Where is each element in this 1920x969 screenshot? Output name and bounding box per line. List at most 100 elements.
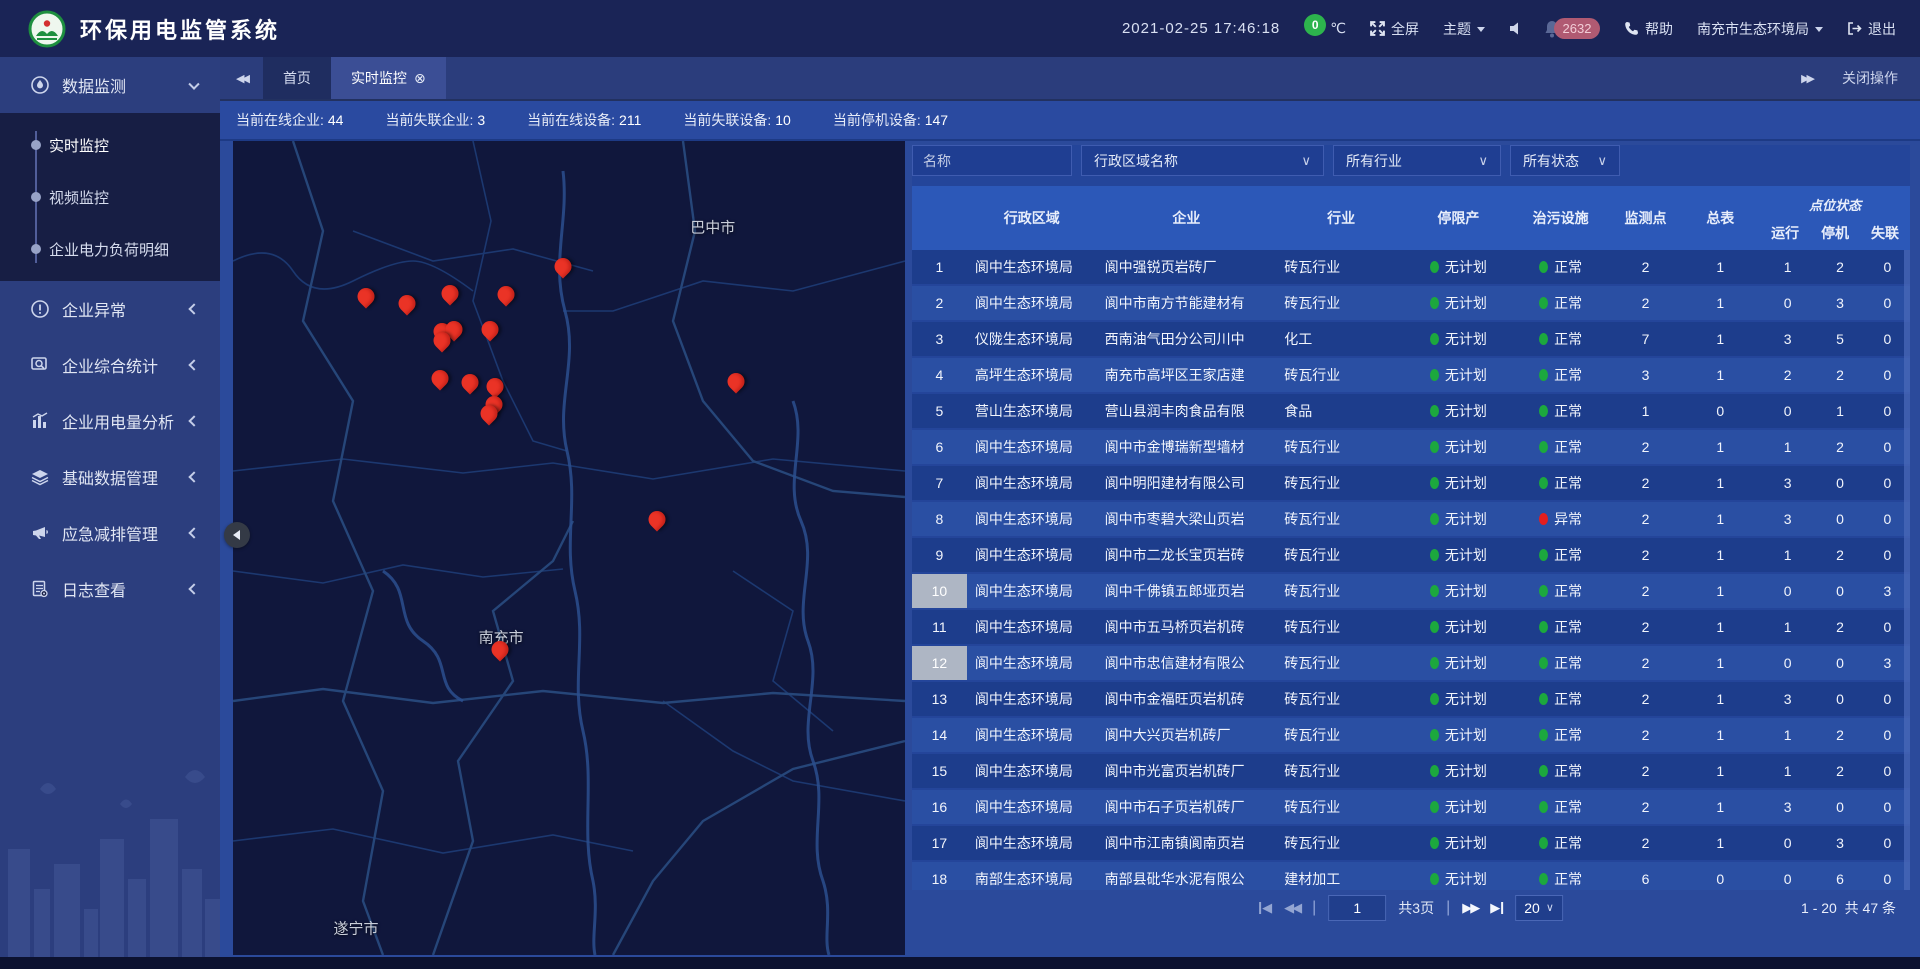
location-pin-icon bbox=[430, 329, 454, 353]
stat-value: 44 bbox=[328, 112, 344, 128]
tab-realtime-monitor[interactable]: 实时监控 ⊗ bbox=[331, 57, 446, 99]
table-row[interactable]: 9阆中生态环境局阆中市二龙长宝页岩砖砖瓦行业无计划正常21120 bbox=[912, 538, 1910, 572]
map-marker-2[interactable] bbox=[399, 295, 416, 312]
industry-select[interactable]: 所有行业 ∨ bbox=[1333, 145, 1501, 176]
app-logo-icon bbox=[28, 10, 66, 48]
status-dot-icon bbox=[1430, 261, 1439, 273]
map-marker-8[interactable] bbox=[433, 332, 450, 349]
cell-stop-count: 0 bbox=[1836, 655, 1844, 671]
tabs-scroll-left-button[interactable]: ◀◀ bbox=[220, 57, 263, 99]
header-controls: 2021-02-25 17:46:18 0 ℃ 全屏 主题 bbox=[1122, 18, 1920, 40]
table-row[interactable]: 17阆中生态环境局阆中市江南镇阆南页岩砖瓦行业无计划正常21030 bbox=[912, 826, 1910, 860]
map-marker-15[interactable] bbox=[728, 373, 745, 390]
theme-dropdown[interactable]: 主题 bbox=[1443, 19, 1485, 39]
tab-home[interactable]: 首页 bbox=[263, 57, 331, 99]
status-dot-icon bbox=[1430, 405, 1439, 417]
sidebar-item-日志查看[interactable]: 日志查看 bbox=[0, 561, 220, 617]
table-row[interactable]: 6阆中生态环境局阆中市金博瑞新型墙材砖瓦行业无计划正常21120 bbox=[912, 430, 1910, 464]
cell-enterprise: 阆中明阳建材有限公司 bbox=[1105, 473, 1245, 493]
cell-production-status: 无计划 bbox=[1445, 797, 1487, 817]
map-marker-9[interactable] bbox=[481, 321, 498, 338]
table-row[interactable]: 14阆中生态环境局阆中大兴页岩机砖厂砖瓦行业无计划正常21120 bbox=[912, 718, 1910, 752]
table-row[interactable]: 3仪陇生态环境局西南油气田分公司川中化工无计划正常71350 bbox=[912, 322, 1910, 356]
name-search-input[interactable] bbox=[912, 145, 1072, 176]
page-size-select[interactable]: 20 ∨ bbox=[1515, 895, 1563, 921]
table-row[interactable]: 12阆中生态环境局阆中市忠信建材有限公砖瓦行业无计划正常21003 bbox=[912, 646, 1910, 680]
status-select[interactable]: 所有状态 ∨ bbox=[1510, 145, 1620, 176]
map-marker-11[interactable] bbox=[462, 374, 479, 391]
logout-label: 退出 bbox=[1868, 19, 1896, 39]
chevron-down-icon bbox=[1815, 27, 1823, 32]
next-page-button[interactable]: ▶▶ bbox=[1462, 900, 1478, 916]
sidebar-subitem-视频监控[interactable]: 视频监控 bbox=[0, 171, 220, 223]
sidebar-subitem-实时监控[interactable]: 实时监控 bbox=[0, 119, 220, 171]
cell-region: 阆中生态环境局 bbox=[975, 509, 1073, 529]
fullscreen-button[interactable]: 全屏 bbox=[1370, 19, 1419, 39]
sidebar-item-基础数据管理[interactable]: 基础数据管理 bbox=[0, 449, 220, 505]
sidebar-item-应急减排管理[interactable]: 应急减排管理 bbox=[0, 505, 220, 561]
cell-lost-count: 0 bbox=[1884, 835, 1892, 851]
cell-treatment-status: 异常 bbox=[1554, 509, 1582, 529]
table-row[interactable]: 1阆中生态环境局阆中强锐页岩砖厂砖瓦行业无计划正常21120 bbox=[912, 250, 1910, 284]
table-row[interactable]: 7阆中生态环境局阆中明阳建材有限公司砖瓦行业无计划正常21300 bbox=[912, 466, 1910, 500]
help-button[interactable]: 帮助 bbox=[1624, 19, 1673, 39]
first-page-button[interactable]: ◀ bbox=[1259, 900, 1272, 916]
cell-enterprise: 阆中市二龙长宝页岩砖 bbox=[1105, 545, 1245, 565]
table-row[interactable]: 10阆中生态环境局阆中千佛镇五郎垭页岩砖瓦行业无计划正常21003 bbox=[912, 574, 1910, 608]
map-marker-10[interactable] bbox=[431, 370, 448, 387]
chevron-left-icon bbox=[188, 303, 199, 314]
help-label: 帮助 bbox=[1645, 19, 1673, 39]
tabs-scroll-right-button[interactable]: ▶▶ bbox=[1801, 72, 1812, 85]
cell-enterprise: 南部县砒华水泥有限公 bbox=[1105, 869, 1245, 889]
notifications-button[interactable]: 2632 bbox=[1548, 18, 1600, 40]
table-row[interactable]: 18南部生态环境局南部县砒华水泥有限公建材加工无计划正常60060 bbox=[912, 862, 1910, 890]
organization-dropdown[interactable]: 南充市生态环境局 bbox=[1697, 19, 1823, 39]
map-marker-16[interactable] bbox=[649, 511, 666, 528]
table-row[interactable]: 13阆中生态环境局阆中市金福旺页岩机砖砖瓦行业无计划正常21300 bbox=[912, 682, 1910, 716]
map-marker-12[interactable] bbox=[487, 378, 504, 395]
cell-production-status: 无计划 bbox=[1445, 617, 1487, 637]
speaker-muted-icon[interactable] bbox=[1509, 21, 1524, 36]
bullet-dot-icon bbox=[31, 244, 41, 254]
cell-industry: 砖瓦行业 bbox=[1284, 509, 1340, 529]
close-operations-button[interactable]: 关闭操作 bbox=[1842, 68, 1898, 88]
map-marker-4[interactable] bbox=[497, 286, 514, 303]
table-row[interactable]: 5营山生态环境局营山县润丰肉食品有限食品无计划正常10010 bbox=[912, 394, 1910, 428]
sidebar-item-企业用电量分析[interactable]: 企业用电量分析 bbox=[0, 393, 220, 449]
panel-collapse-button[interactable] bbox=[224, 522, 250, 548]
table-scrollbar[interactable] bbox=[1904, 250, 1910, 890]
page-number-input[interactable] bbox=[1328, 895, 1386, 921]
map-marker-14[interactable] bbox=[481, 405, 498, 422]
table-row[interactable]: 11阆中生态环境局阆中市五马桥页岩机砖砖瓦行业无计划正常21120 bbox=[912, 610, 1910, 644]
cell-production-status: 无计划 bbox=[1445, 473, 1487, 493]
prev-page-button[interactable]: ◀◀ bbox=[1284, 900, 1300, 916]
cell-stop-count: 5 bbox=[1836, 331, 1844, 347]
map-marker-1[interactable] bbox=[358, 288, 375, 305]
sidebar-item-数据监测[interactable]: 数据监测 bbox=[0, 57, 220, 113]
stat-label: 当前失联企业: bbox=[385, 112, 473, 128]
cell-run-count: 1 bbox=[1784, 727, 1792, 743]
sidebar-item-企业异常[interactable]: 企业异常 bbox=[0, 281, 220, 337]
table-row[interactable]: 4高坪生态环境局南充市高坪区王家店建砖瓦行业无计划正常31220 bbox=[912, 358, 1910, 392]
table-row[interactable]: 2阆中生态环境局阆中市南方节能建材有砖瓦行业无计划正常21030 bbox=[912, 286, 1910, 320]
tab-close-icon[interactable]: ⊗ bbox=[414, 70, 426, 87]
map-panel[interactable]: 巴中市南充市遂宁市 bbox=[233, 141, 905, 955]
map-marker-17[interactable] bbox=[491, 641, 508, 658]
last-page-button[interactable]: ▶ bbox=[1490, 900, 1503, 916]
table-row[interactable]: 8阆中生态环境局阆中市枣碧大梁山页岩砖瓦行业无计划异常21300 bbox=[912, 502, 1910, 536]
status-dot-icon bbox=[1539, 873, 1548, 885]
cell-lost-count: 0 bbox=[1884, 763, 1892, 779]
table-row[interactable]: 15阆中生态环境局阆中市光富页岩机砖厂砖瓦行业无计划正常21120 bbox=[912, 754, 1910, 788]
logout-button[interactable]: 退出 bbox=[1847, 19, 1896, 39]
map-marker-3[interactable] bbox=[442, 285, 459, 302]
sidebar-subitem-企业电力负荷明细[interactable]: 企业电力负荷明细 bbox=[0, 223, 220, 275]
map-marker-5[interactable] bbox=[554, 258, 571, 275]
stat-当前失联设备: 当前失联设备:10 bbox=[683, 110, 790, 130]
sidebar-item-企业综合统计[interactable]: 企业综合统计 bbox=[0, 337, 220, 393]
status-dot-icon bbox=[1539, 693, 1548, 705]
status-dot-icon bbox=[1539, 513, 1548, 525]
cell-monitor-count: 2 bbox=[1642, 655, 1650, 671]
region-select[interactable]: 行政区域名称 ∨ bbox=[1081, 145, 1324, 176]
table-row[interactable]: 16阆中生态环境局阆中市石子页岩机砖厂砖瓦行业无计划正常21300 bbox=[912, 790, 1910, 824]
tab-home-label: 首页 bbox=[283, 68, 311, 88]
